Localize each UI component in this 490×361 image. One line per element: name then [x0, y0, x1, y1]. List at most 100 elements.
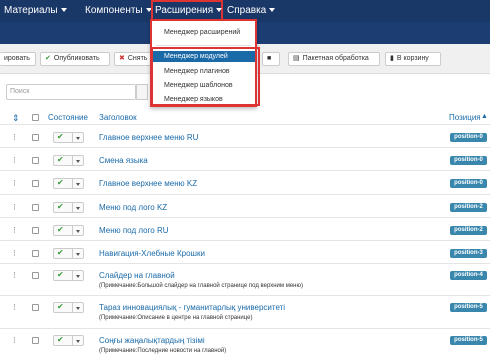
select-all-checkbox[interactable] — [32, 114, 39, 121]
chevron-down-icon — [76, 307, 80, 310]
row-title[interactable]: Тараз инновациялық - гуманитарлық универ… — [99, 303, 285, 312]
row-title[interactable]: Главное верхнее меню KZ — [99, 179, 197, 188]
row-title[interactable]: Соңғы жаңалықтардың тізімі — [99, 336, 205, 345]
check-icon: ✔ — [45, 55, 51, 62]
table-row: ⁝ ✔ Главное верхнее меню KZ position-0 — [0, 170, 490, 193]
table-row: ⁝ ✔ Соңғы жаңалықтардың тізімі (Примечание:… — [0, 328, 490, 361]
row-checkbox[interactable] — [32, 204, 39, 211]
row-title[interactable]: Меню под лого KZ — [99, 203, 167, 212]
position-badge: position-2 — [450, 226, 487, 235]
nav-components[interactable]: Компоненты — [85, 0, 152, 22]
header-status[interactable]: Состояние — [48, 113, 88, 122]
checkin-button[interactable]: ■ — [262, 52, 280, 66]
position-badge: position-4 — [450, 271, 487, 280]
row-checkbox[interactable] — [32, 250, 39, 257]
row-title[interactable]: Смена языка — [99, 156, 148, 165]
status-toggle[interactable]: ✔ — [53, 270, 84, 281]
position-badge: position-5 — [450, 303, 487, 312]
drag-handle-icon[interactable]: ⁝ — [13, 133, 16, 142]
status-toggle[interactable]: ✔ — [53, 178, 84, 189]
row-checkbox[interactable] — [32, 227, 39, 234]
unpublish-button[interactable]: ✖ Снять — [114, 52, 154, 66]
nav-materials-label: Материалы — [4, 5, 58, 16]
chevron-down-icon — [76, 160, 80, 163]
batch-button[interactable]: ▤ Пакетная обработка — [288, 52, 380, 66]
nav-materials[interactable]: Материалы — [4, 0, 67, 22]
trash-button-label: В корзину — [396, 55, 429, 62]
row-note: (Примечание:Описание в центре на главной… — [99, 315, 253, 321]
position-badge: position-0 — [450, 133, 487, 142]
header-position[interactable]: Позиция — [449, 113, 481, 122]
drag-handle-icon[interactable]: ⁝ — [13, 203, 16, 212]
menu-divider — [156, 45, 251, 46]
status-separator — [72, 133, 73, 142]
status-toggle[interactable]: ✔ — [53, 335, 84, 346]
check-icon: ✔ — [57, 225, 64, 234]
check-icon: ✔ — [57, 270, 64, 279]
row-checkbox[interactable] — [32, 272, 39, 279]
status-toggle[interactable]: ✔ — [53, 225, 84, 236]
managers-highlight — [151, 47, 260, 106]
row-title[interactable]: Навигация-Хлебные Крошки — [99, 249, 205, 258]
row-checkbox[interactable] — [32, 304, 39, 311]
row-checkbox[interactable] — [32, 134, 39, 141]
row-checkbox[interactable] — [32, 157, 39, 164]
table-row: ⁝ ✔ Смена языка position-0 — [0, 147, 490, 170]
menu-item-extension-manager[interactable]: Менеджер расширений — [152, 27, 255, 38]
status-separator — [72, 271, 73, 280]
position-badge: position-5 — [450, 336, 487, 345]
copy-button[interactable]: ировать — [0, 52, 36, 66]
row-title[interactable]: Главное верхнее меню RU — [99, 133, 198, 142]
table-row: ⁝ ✔ Слайдер на главной (Примечание:Большой … — [0, 263, 490, 296]
chevron-down-icon — [76, 275, 80, 278]
status-toggle[interactable]: ✔ — [53, 302, 84, 313]
status-separator — [72, 179, 73, 188]
drag-handle-icon[interactable]: ⁝ — [13, 336, 16, 345]
nav-components-label: Компоненты — [85, 5, 143, 16]
table-row: ⁝ ✔ Навигация-Хлебные Крошки position-3 — [0, 240, 490, 263]
row-title[interactable]: Меню под лого RU — [99, 226, 169, 235]
check-icon: ✔ — [57, 132, 64, 141]
drag-handle-icon[interactable]: ⁝ — [13, 156, 16, 165]
status-separator — [72, 336, 73, 345]
row-title[interactable]: Слайдер на главной — [99, 271, 175, 280]
header-title[interactable]: Заголовок — [99, 113, 137, 122]
position-badge: position-0 — [450, 179, 487, 188]
search-button[interactable] — [136, 84, 148, 100]
status-toggle[interactable]: ✔ — [53, 155, 84, 166]
drag-handle-icon[interactable]: ⁝ — [13, 179, 16, 188]
table-row: ⁝ ✔ Меню под лого RU position-2 — [0, 217, 490, 240]
position-badge: position-2 — [450, 203, 487, 212]
chevron-down-icon — [216, 8, 223, 13]
publish-button[interactable]: ✔ Опубликовать — [40, 52, 110, 66]
status-separator — [72, 203, 73, 212]
status-toggle[interactable]: ✔ — [53, 248, 84, 259]
table-row: ⁝ ✔ Тараз инновациялық - гуманитарлық унив… — [0, 295, 490, 328]
table-row: ⁝ ✔ Меню под лого KZ position-2 — [0, 194, 490, 217]
status-separator — [72, 226, 73, 235]
lock-icon: ■ — [267, 55, 272, 62]
trash-button[interactable]: ▮ В корзину — [385, 52, 441, 66]
chevron-down-icon — [76, 230, 80, 233]
row-note: (Примечание:Последние новости на главной… — [99, 348, 227, 354]
drag-handle-icon[interactable]: ⁝ — [13, 303, 16, 312]
drag-handle-icon[interactable]: ⁝ — [13, 271, 16, 280]
status-toggle[interactable]: ✔ — [53, 132, 84, 143]
chevron-down-icon — [76, 183, 80, 186]
chevron-down-icon — [76, 253, 80, 256]
row-note: (Примечание:Большой слайдер на главной с… — [99, 283, 303, 289]
status-toggle[interactable]: ✔ — [53, 202, 84, 213]
sort-order-icon[interactable]: ⇕ — [12, 113, 20, 124]
drag-handle-icon[interactable]: ⁝ — [13, 226, 16, 235]
nav-extensions-label: Расширения — [155, 5, 214, 16]
check-icon: ✔ — [57, 248, 64, 257]
drag-handle-icon[interactable]: ⁝ — [13, 249, 16, 258]
close-icon: ✖ — [119, 55, 125, 62]
row-checkbox[interactable] — [32, 180, 39, 187]
row-checkbox[interactable] — [32, 337, 39, 344]
position-badge: position-0 — [450, 156, 487, 165]
check-icon: ✔ — [57, 302, 64, 311]
batch-button-label: Пакетная обработка — [302, 55, 369, 62]
search-input[interactable]: Поиск — [6, 84, 136, 100]
check-icon: ✔ — [57, 202, 64, 211]
